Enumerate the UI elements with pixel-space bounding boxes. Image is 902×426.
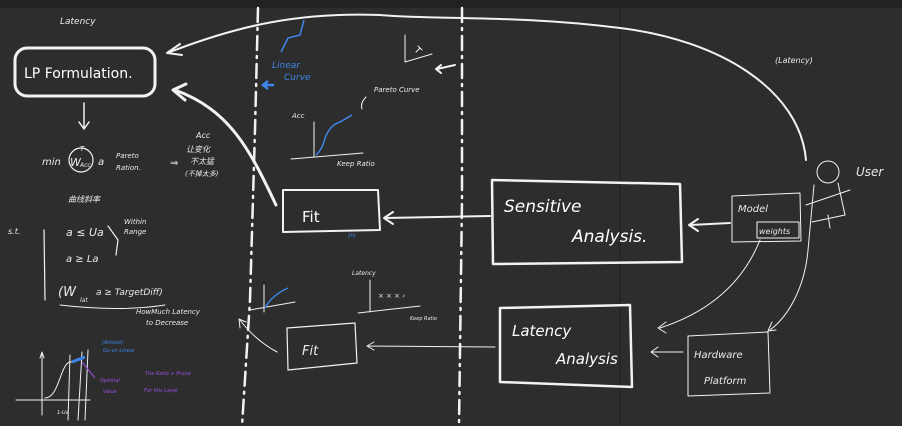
scatter-points: × × × ›	[378, 292, 405, 300]
latency-label: Latency	[512, 322, 572, 340]
ratio-note: The Ratio + Prune	[145, 371, 191, 377]
note-line-2: 不太猛	[190, 157, 215, 166]
model-to-sensitive-arrow	[688, 218, 731, 232]
lp-formulation-label: LP Formulation.	[24, 66, 133, 82]
layer-note: For this Layer	[144, 388, 179, 394]
howmuch-note: HowMuch Latency	[136, 308, 201, 316]
sketch-stroke	[816, 160, 840, 184]
user-label: User	[856, 165, 884, 179]
constraint-upper: a ≤ Ua	[66, 226, 104, 239]
fit-bottom-box	[286, 322, 358, 371]
min-label: min	[42, 157, 61, 168]
blue-arrow-icon	[260, 80, 274, 90]
latency-note: Latency	[60, 17, 96, 27]
acc-sub: Acc	[79, 162, 91, 169]
st-label: s.t.	[8, 227, 20, 236]
model-label: Model	[738, 204, 768, 215]
fit-bottom-label: Fit	[302, 344, 319, 359]
note-line-3: (不掉太多)	[185, 170, 219, 178]
latency-note-right: (Latency)	[775, 56, 813, 65]
platform-label: Platform	[704, 376, 747, 387]
almost-label: (Almost)	[102, 340, 123, 346]
range-label: Range	[124, 228, 146, 236]
sketch-stroke	[71, 355, 86, 364]
hardware-to-latency-arrow	[650, 346, 684, 358]
diagram-canvas: Latency LP Formulation. min W T Acc a Pa…	[8, 6, 884, 426]
latency-analysis-box	[498, 303, 634, 389]
implies: ⇒	[170, 158, 178, 169]
acc-axis-label: Acc	[291, 112, 305, 120]
alpha: a	[98, 157, 104, 168]
latency-to-fit-arrow	[366, 341, 496, 351]
user-to-hardware-arrow	[767, 249, 809, 332]
optimal-label: Optimal	[100, 378, 120, 384]
sketch-stroke	[44, 357, 85, 399]
within-label: Within	[124, 218, 146, 226]
sketch-stroke	[81, 361, 96, 379]
user-icon	[805, 160, 851, 251]
slope-note: 曲线斜率	[68, 195, 102, 204]
constraint-latency: (W	[58, 285, 77, 300]
sketch-stroke	[290, 121, 364, 160]
sigmoid-sketch	[15, 349, 96, 421]
transpose: T	[80, 145, 85, 153]
fit-top-note: (*)	[348, 233, 356, 240]
sensitive-analysis-box	[490, 178, 684, 266]
acc-note: Acc	[195, 131, 211, 140]
note-line-1: 让变化	[186, 145, 211, 154]
sketch-stroke	[107, 225, 119, 256]
sketch-stroke	[805, 182, 851, 251]
axis-label: 1-Ua	[57, 410, 69, 416]
mini-scatter	[404, 34, 433, 63]
constraint-latency-rest: a ≥ TargetDiff)	[96, 288, 163, 298]
divider-1	[240, 6, 260, 426]
pareto-text: Pareto	[116, 152, 139, 160]
fit-top-box	[282, 189, 381, 233]
pareto-curve-label: Pareto Curve	[374, 86, 420, 94]
decrease-note: to Decrease	[146, 319, 188, 327]
constraint-lower: a ≥ La	[66, 254, 99, 265]
sketch-stroke	[78, 102, 90, 130]
latency-axis-label: Latency	[352, 270, 376, 277]
linear-curve-label-1: Linear	[272, 61, 301, 71]
sketch-stroke	[361, 96, 367, 110]
sketch-stroke	[43, 229, 46, 301]
analysis-label-2: Analysis	[555, 350, 618, 368]
fit-top-label: Fit	[302, 208, 320, 226]
hardware-label: Hardware	[694, 350, 743, 361]
sensitive-label: Sensitive	[504, 197, 582, 217]
linear-curve-line	[280, 19, 305, 53]
whiteboard: Latency LP Formulation. min W T Acc a Pa…	[0, 0, 902, 426]
fit-bottom-up-arrow	[238, 318, 278, 353]
ration-text: Ration.	[116, 164, 141, 172]
linear-curve-label-2: Curve	[284, 73, 311, 83]
linear-label: Go on Linear	[103, 348, 136, 354]
left-arrow-icon	[435, 64, 456, 74]
keep-ratio-label: Keep Ratio	[337, 160, 375, 168]
analysis-label: Analysis.	[571, 227, 647, 247]
weights-label: weights	[759, 227, 790, 236]
sensitive-to-fit-arrow	[383, 211, 491, 225]
keep-ratio-label-2: Keep Ratio	[410, 316, 437, 322]
pareto-curve	[315, 114, 353, 156]
lat-sub: lat	[80, 297, 88, 304]
value-label: Value	[103, 389, 117, 395]
model-to-latency-arrow	[657, 239, 761, 334]
